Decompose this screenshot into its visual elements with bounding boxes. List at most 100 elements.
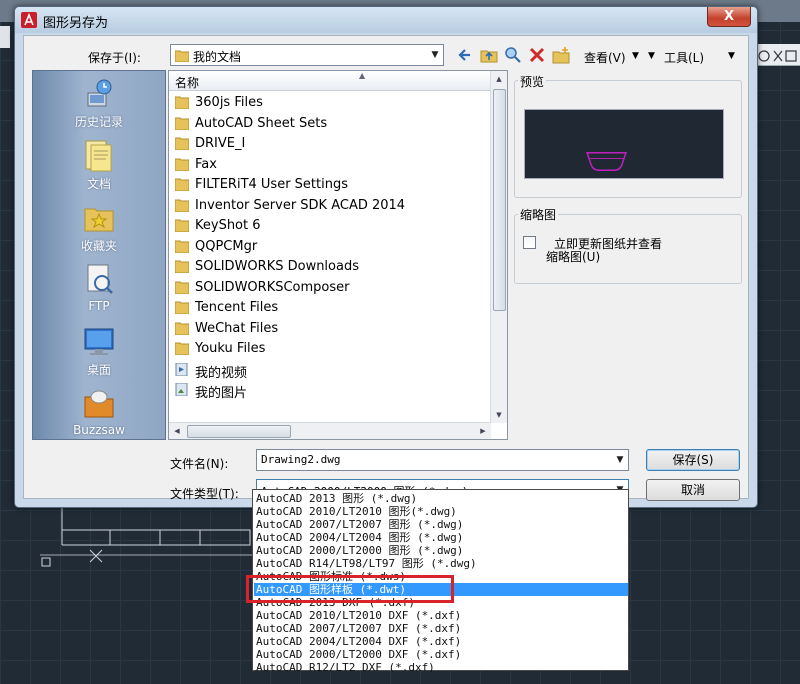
list-item[interactable]: Tencent Files bbox=[175, 298, 485, 318]
file-name: WeChat Files bbox=[195, 320, 279, 336]
folder-icon bbox=[175, 117, 189, 130]
scroll-down-icon[interactable]: ▼ bbox=[491, 407, 507, 423]
sort-ascending-icon: ▲ bbox=[359, 71, 366, 80]
tools-menu-chevron-icon[interactable]: ▼ bbox=[728, 51, 735, 61]
place-documents[interactable]: 文档 bbox=[33, 137, 165, 199]
filetype-option[interactable]: AutoCAD 2007/LT2007 图形 (*.dwg) bbox=[254, 518, 628, 531]
list-item[interactable]: Fax bbox=[175, 155, 485, 175]
delete-icon[interactable] bbox=[528, 46, 546, 64]
place-buzzsaw[interactable]: Buzzsaw bbox=[33, 385, 165, 447]
search-web-icon[interactable] bbox=[504, 46, 522, 64]
list-item[interactable]: DRIVE_I bbox=[175, 134, 485, 154]
new-folder-icon[interactable] bbox=[552, 46, 570, 64]
place-label: 收藏夹 bbox=[80, 239, 117, 253]
tools-menu[interactable]: 工具(L) bbox=[664, 49, 704, 66]
preview-image bbox=[524, 109, 724, 179]
chevron-down-icon[interactable]: ▼ bbox=[612, 450, 628, 470]
update-thumbnail-label-line2: 缩略图(U) bbox=[546, 250, 601, 264]
list-item[interactable]: WeChat Files bbox=[175, 319, 485, 339]
filetype-option[interactable]: AutoCAD R12/LT2 DXF (*.dxf) bbox=[254, 661, 628, 674]
place-desktop[interactable]: 桌面 bbox=[33, 323, 165, 385]
favorites-icon bbox=[84, 208, 114, 232]
list-item[interactable]: SOLIDWORKS Downloads bbox=[175, 257, 485, 277]
file-name: Tencent Files bbox=[195, 300, 279, 315]
list-item[interactable]: Inventor Server SDK ACAD 2014 bbox=[175, 196, 485, 216]
list-item[interactable]: AutoCAD Sheet Sets bbox=[175, 114, 485, 134]
folder-icon bbox=[175, 322, 189, 335]
cad-tool-icons bbox=[758, 50, 797, 62]
list-item[interactable]: FILTERiT4 User Settings bbox=[175, 175, 485, 195]
place-history[interactable]: 历史记录 bbox=[33, 75, 165, 137]
filetype-option[interactable]: AutoCAD R14/LT98/LT97 图形 (*.dwg) bbox=[254, 557, 628, 570]
list-item[interactable]: Youku Files bbox=[175, 339, 485, 359]
file-list-vertical-scrollbar[interactable]: ▲ ▼ bbox=[490, 71, 507, 423]
place-ftp[interactable]: FTP bbox=[33, 261, 165, 323]
scroll-up-icon[interactable]: ▲ bbox=[491, 71, 507, 87]
save-in-value: 我的文档 bbox=[193, 50, 242, 64]
file-name: Fax bbox=[195, 156, 217, 172]
file-name: QQPCMgr bbox=[195, 238, 258, 254]
list-item[interactable]: SOLIDWORKSComposer bbox=[175, 278, 485, 298]
folder-icon bbox=[175, 50, 189, 62]
save-in-combo[interactable]: 我的文档 ▼ bbox=[170, 44, 444, 66]
file-name: AutoCAD Sheet Sets bbox=[195, 115, 328, 131]
list-item[interactable]: KeyShot 6 bbox=[175, 216, 485, 236]
list-item[interactable]: 我的图片 bbox=[175, 380, 485, 401]
update-thumbnail-checkbox[interactable] bbox=[523, 236, 536, 249]
folder-icon bbox=[175, 158, 189, 171]
chevron-down-icon: ▼ bbox=[431, 50, 439, 60]
dialog-title: 图形另存为 bbox=[43, 16, 109, 31]
file-list-horizontal-scrollbar[interactable]: ◀ ▶ bbox=[169, 422, 491, 439]
back-arrow-icon[interactable] bbox=[456, 46, 474, 64]
filetype-option[interactable]: AutoCAD 2010/LT2010 图形(*.dwg) bbox=[254, 505, 628, 518]
filetype-option[interactable]: AutoCAD 2010/LT2010 DXF (*.dxf) bbox=[254, 609, 628, 622]
filetype-option[interactable]: AutoCAD 2013 图形 (*.dwg) bbox=[254, 492, 628, 505]
ftp-icon bbox=[87, 264, 113, 294]
file-list-header[interactable]: 名称 ▲ bbox=[169, 71, 491, 91]
scroll-thumb[interactable] bbox=[493, 89, 506, 311]
list-item[interactable]: QQPCMgr bbox=[175, 237, 485, 257]
scroll-left-icon[interactable]: ◀ bbox=[169, 423, 185, 439]
desktop-icon bbox=[84, 328, 114, 355]
column-name-header[interactable]: 名称 bbox=[175, 74, 199, 91]
filetype-label: 文件类型(T): bbox=[170, 487, 239, 501]
place-favorites[interactable]: 收藏夹 bbox=[33, 199, 165, 261]
cancel-button[interactable]: 取消 bbox=[646, 479, 740, 501]
view-menu-chevron-icon[interactable]: ▼ bbox=[632, 51, 639, 61]
file-name: 我的图片 bbox=[195, 386, 248, 401]
filetype-option[interactable]: AutoCAD 2000/LT2000 DXF (*.dxf) bbox=[254, 648, 628, 661]
filetype-option[interactable]: AutoCAD 2000/LT2000 图形 (*.dwg) bbox=[254, 544, 628, 557]
up-folder-icon[interactable] bbox=[480, 46, 498, 64]
file-name: Inventor Server SDK ACAD 2014 bbox=[195, 197, 406, 213]
filetype-option[interactable]: AutoCAD 2004/LT2004 图形 (*.dwg) bbox=[254, 531, 628, 544]
tools-menu-chevron-left-icon: ▼ bbox=[648, 51, 655, 61]
file-list[interactable]: 名称 ▲ 360js Files AutoCAD Sheet Sets DRIV… bbox=[168, 70, 508, 440]
dialog-titlebar[interactable]: 图形另存为 X bbox=[15, 7, 757, 33]
folder-icon bbox=[175, 301, 189, 314]
file-name: DRIVE_I bbox=[195, 136, 246, 151]
filetype-option[interactable]: AutoCAD 2004/LT2004 DXF (*.dxf) bbox=[254, 635, 628, 648]
list-item[interactable]: 360js Files bbox=[175, 93, 485, 113]
place-label: 文档 bbox=[86, 177, 111, 191]
history-icon bbox=[87, 79, 112, 107]
places-bar: 历史记录 文档 收藏夹 FTP 桌面 Buzzsaw bbox=[32, 70, 166, 440]
cad-toolbar bbox=[752, 44, 800, 66]
documents-icon bbox=[85, 140, 112, 172]
folder-icon bbox=[175, 199, 189, 212]
close-button[interactable]: X bbox=[707, 7, 751, 27]
file-name: FILTERiT4 User Settings bbox=[195, 177, 348, 192]
save-as-dialog: 图形另存为 X 保存于(I): 我的文档 ▼ 查看(V) ▼ ▼ 工具(L) ▼… bbox=[14, 6, 758, 508]
place-label: 历史记录 bbox=[74, 115, 123, 129]
folder-icon bbox=[175, 219, 189, 232]
file-name: SOLIDWORKS Downloads bbox=[195, 259, 359, 274]
scroll-right-icon[interactable]: ▶ bbox=[475, 423, 491, 439]
folder-icon bbox=[175, 178, 189, 191]
list-item[interactable]: 我的视频 bbox=[175, 360, 485, 381]
filename-input[interactable]: Drawing2.dwg ▼ bbox=[256, 449, 629, 471]
save-button[interactable]: 保存(S) bbox=[646, 449, 740, 471]
folder-icon bbox=[175, 240, 189, 253]
view-menu[interactable]: 查看(V) bbox=[584, 49, 626, 66]
filetype-option[interactable]: AutoCAD 2007/LT2007 DXF (*.dxf) bbox=[254, 622, 628, 635]
buzzsaw-icon bbox=[84, 390, 114, 418]
scroll-thumb[interactable] bbox=[187, 425, 291, 438]
